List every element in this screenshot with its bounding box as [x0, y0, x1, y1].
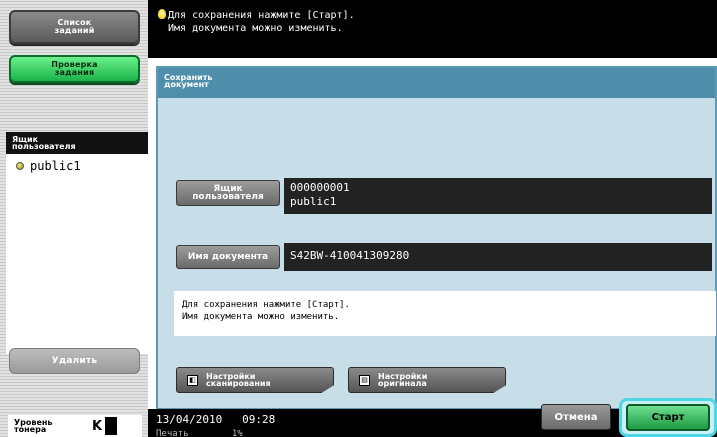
folder-bullet-icon [16, 162, 24, 170]
job-list-button[interactable]: Список заданий [9, 10, 140, 44]
scan-settings-button[interactable]: ◧ Настройки сканирования [176, 367, 334, 393]
top-message-line1: Для сохранения нажмите [Старт]. [168, 10, 355, 21]
panel-message-line1: Для сохранения нажмите [Старт]. [182, 300, 350, 310]
top-message: Для сохранения нажмите [Старт]. Имя доку… [148, 0, 717, 58]
toner-level-bar [105, 417, 118, 435]
job-check-button[interactable]: Проверка задания [9, 55, 140, 83]
toner-level: Уровень тонера K [8, 415, 142, 437]
save-document-panel: Сохранить документ Ящик пользователя 000… [156, 66, 717, 410]
user-box-button[interactable]: Ящик пользователя [176, 180, 280, 206]
print-label: Печать [156, 429, 189, 437]
user-box-name: public1 [290, 195, 337, 208]
job-list-label: Список заданий [54, 18, 95, 35]
panel-title-text: Сохранить документ [164, 73, 213, 89]
print-status: Печать 1% [156, 429, 243, 437]
doc-name-button[interactable]: Имя документа [176, 245, 280, 269]
cancel-button[interactable]: Отмена [541, 404, 611, 430]
user-box-item-public1[interactable]: public1 [6, 154, 148, 178]
panel-message: Для сохранения нажмите [Старт]. Имя доку… [174, 291, 716, 336]
user-box-number: 000000001 [290, 181, 350, 194]
cancel-label: Отмена [554, 411, 598, 423]
original-settings-button[interactable]: ▤ Настройки оригинала [348, 367, 506, 393]
date-text: 13/04/2010 [156, 413, 223, 426]
user-box-item-label: public1 [30, 159, 81, 173]
left-panel: Список заданий Проверка задания Ящик пол… [0, 0, 148, 437]
original-settings-label: Настройки оригинала [378, 372, 428, 388]
user-box-title-text: Ящик пользователя [12, 135, 76, 151]
start-label: Старт [651, 412, 685, 423]
doc-name-field: S42BW-410041309280 [284, 243, 712, 271]
doc-name-value: S42BW-410041309280 [290, 249, 410, 262]
date-time: 13/04/2010 09:28 [156, 413, 275, 426]
time-text: 09:28 [242, 413, 276, 426]
delete-label: Удалить [51, 356, 98, 366]
job-check-label: Проверка задания [51, 60, 98, 77]
lightbulb-icon [158, 9, 166, 19]
start-button[interactable]: Старт [626, 404, 710, 431]
toner-color-label: K [92, 418, 103, 434]
panel-title: Сохранить документ [158, 68, 715, 98]
original-settings-icon: ▤ [359, 374, 370, 386]
user-box-list [6, 154, 148, 354]
main-area: Сохранить документ Ящик пользователя 000… [148, 58, 717, 413]
user-box-field: 000000001 public1 [284, 178, 712, 214]
top-message-line2: Имя документа можно изменить. [168, 23, 343, 34]
doc-name-button-label: Имя документа [187, 252, 269, 262]
scan-settings-label: Настройки сканирования [206, 372, 271, 388]
panel-message-line2: Имя документа можно изменить. [182, 312, 340, 322]
user-box-button-label: Ящик пользователя [192, 184, 264, 202]
user-box-title: Ящик пользователя [6, 132, 148, 154]
print-value: 1% [231, 429, 243, 437]
toner-level-label: Уровень тонера [14, 418, 53, 434]
delete-button[interactable]: Удалить [9, 348, 140, 374]
scan-settings-icon: ◧ [187, 374, 198, 386]
